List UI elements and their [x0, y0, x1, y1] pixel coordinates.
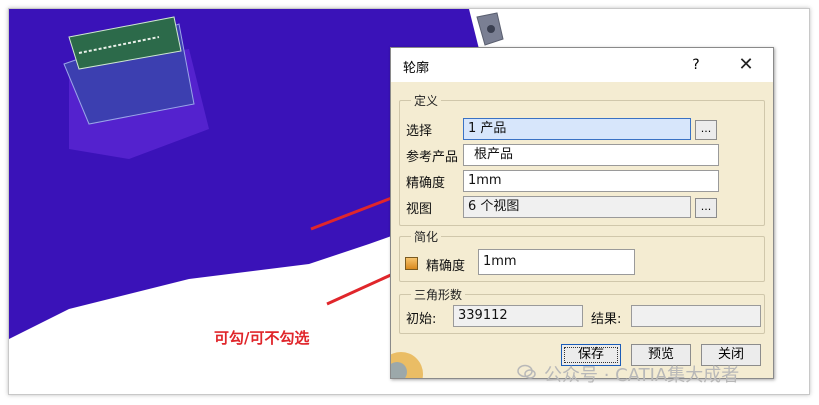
simplify-accuracy-field[interactable]: 1mm [478, 249, 635, 275]
simplify-legend: 简化 [411, 228, 442, 245]
watermark-text: 公众号 · CATIA集大成者 [544, 365, 740, 386]
help-button[interactable]: ? [685, 54, 707, 76]
catia-logo-icon [391, 352, 423, 378]
simplify-accuracy-label: 精确度 [426, 259, 466, 274]
ref-product-field[interactable]: 根产品 [463, 144, 719, 166]
annotation-text: 可勾/可不勾选 [214, 329, 310, 347]
dialog-title: 轮廓 [403, 61, 430, 76]
accuracy-label: 精确度 [406, 176, 446, 191]
dialog-titlebar[interactable]: 轮廓 ? ✕ [391, 48, 773, 82]
initial-label: 初始: [406, 312, 437, 327]
result-label: 结果: [591, 312, 622, 327]
contour-dialog: 轮廓 ? ✕ 定义 选择 1 产品 ... 参考产品 根产品 精确度 1mm 视… [390, 47, 774, 379]
definition-legend: 定义 [411, 92, 442, 109]
view-browse-button[interactable]: ... [695, 198, 717, 218]
wechat-icon [517, 364, 536, 379]
result-field [631, 305, 761, 327]
select-browse-button[interactable]: ... [695, 120, 717, 140]
close-icon[interactable]: ✕ [733, 52, 759, 78]
select-field[interactable]: 1 产品 [463, 118, 691, 140]
simplify-checkbox[interactable] [405, 257, 418, 270]
bracket-hole [487, 25, 495, 33]
view-label: 视图 [406, 202, 433, 217]
triangles-legend: 三角形数 [411, 286, 466, 303]
ref-product-label: 参考产品 [406, 150, 459, 165]
select-label: 选择 [406, 124, 433, 139]
initial-field: 339112 [453, 305, 583, 327]
view-field[interactable]: 6 个视图 [463, 196, 691, 218]
accuracy-field[interactable]: 1mm [463, 170, 719, 192]
